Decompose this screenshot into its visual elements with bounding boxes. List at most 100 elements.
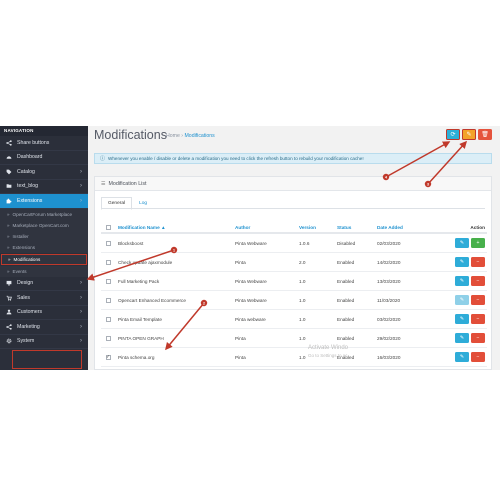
edit-button[interactable]: ✎: [455, 314, 469, 324]
sidebar-item-extensions[interactable]: Extensions ›: [0, 194, 88, 209]
selected-row-highlight: [12, 350, 82, 369]
minus-circle-icon: −: [476, 335, 480, 341]
sidebar-item-label: System: [17, 338, 35, 345]
pencil-icon: ✎: [459, 259, 465, 265]
screenshot-area: NAVIGATION Share buttons Dashboard Catal…: [0, 126, 500, 370]
refresh-icon: ⟳: [450, 132, 456, 138]
disable-button[interactable]: −: [471, 276, 485, 286]
info-icon: ⓘ: [100, 156, 106, 162]
row-checkbox[interactable]: [105, 240, 111, 246]
pencil-icon: ✎: [459, 354, 465, 360]
header-author[interactable]: Author: [232, 225, 296, 230]
table-row: Opencart Enhanced Ecommerce Pinta Webwar…: [101, 291, 487, 310]
breadcrumb-home[interactable]: Home: [166, 133, 180, 139]
sidebar-item-system[interactable]: System ›: [0, 335, 88, 349]
chevron-down-icon: ›: [80, 197, 82, 204]
sidebar-item-text-blog[interactable]: text_blog ›: [0, 180, 88, 194]
header-status[interactable]: Status: [334, 225, 374, 230]
sidebar-item-label: Design: [17, 280, 34, 287]
clear-button[interactable]: ✎: [462, 129, 476, 140]
info-alert: ⓘ Whenever you enable / disable or delet…: [94, 153, 492, 164]
chevron-right-icon: ›: [80, 280, 82, 287]
sidebar-item-share-buttons[interactable]: Share buttons: [0, 136, 88, 151]
gear-icon: [5, 337, 13, 345]
edit-button[interactable]: ✎: [455, 257, 469, 267]
modification-list-panel: ☰ Modification List General Log Modifica…: [94, 176, 492, 370]
disable-button[interactable]: −: [471, 257, 485, 267]
edit-button[interactable]: ✎: [455, 238, 469, 248]
sidebar-item-sales[interactable]: Sales ›: [0, 291, 88, 306]
sidebar-item-design[interactable]: Design ›: [0, 277, 88, 291]
edit-button[interactable]: ✎: [455, 352, 469, 362]
sidebar-item-label: Customers: [17, 309, 43, 316]
row-checkbox[interactable]: [105, 259, 111, 265]
sidebar-item-label: Marketing: [17, 323, 40, 330]
sidebar-subitem-installer[interactable]: » Installer: [0, 230, 88, 242]
minus-circle-icon: −: [476, 316, 480, 322]
dashboard-icon: [5, 153, 13, 161]
sidebar-subitem-opencartforum-marketplace[interactable]: » OpenCartForum Marketplace: [0, 208, 88, 220]
sidebar-item-label: Dashboard: [17, 154, 43, 161]
plus-circle-icon: +: [476, 240, 480, 246]
sidebar-subitem-modifications[interactable]: » Modifications: [1, 253, 87, 265]
chevron-right-icon: ›: [80, 294, 82, 301]
chevron-right-icon: ›: [80, 323, 82, 330]
disable-button[interactable]: −: [471, 314, 485, 324]
edit-button[interactable]: ✎: [455, 333, 469, 343]
row-checkbox[interactable]: [105, 297, 111, 303]
pencil-icon: ✎: [459, 316, 465, 322]
disable-button[interactable]: −: [471, 352, 485, 362]
chevron-right-icon: ›: [80, 338, 82, 345]
sidebar: NAVIGATION Share buttons Dashboard Catal…: [0, 126, 88, 370]
row-checkbox[interactable]: ✓: [105, 354, 111, 360]
pencil-icon: ✎: [459, 335, 465, 341]
table-row: Check update ajaxmodule Pinta 2.0 Enable…: [101, 253, 487, 272]
share-alt-icon: [5, 323, 13, 331]
breadcrumb-current[interactable]: Modifications: [184, 133, 214, 139]
sidebar-item-label: Extensions: [17, 197, 43, 204]
user-icon: [5, 308, 13, 316]
header-version[interactable]: Version: [296, 225, 334, 230]
pencil-icon: ✎: [459, 278, 465, 284]
header-date[interactable]: Date Added: [374, 225, 437, 230]
modification-table: Modification Name ▲ Author Version Statu…: [101, 222, 487, 367]
cart-icon: [5, 294, 13, 302]
header-name[interactable]: Modification Name ▲: [115, 225, 232, 230]
sidebar-item-label: Share buttons: [17, 139, 50, 146]
panel-title: Modification List: [108, 180, 147, 187]
enable-button[interactable]: +: [471, 238, 485, 248]
folder-icon: [5, 182, 13, 190]
puzzle-icon: [5, 197, 13, 205]
delete-button[interactable]: 🗑: [478, 129, 492, 140]
tab-divider: [101, 208, 485, 209]
main-content: Modifications Home › Modifications ⟳ ✎ 🗑…: [88, 126, 500, 370]
sidebar-item-customers[interactable]: Customers ›: [0, 306, 88, 320]
sidebar-subitem-extensions[interactable]: » Extensions: [0, 241, 88, 253]
chevron-right-icon: ›: [80, 309, 82, 316]
row-checkbox[interactable]: [105, 335, 111, 341]
tag-icon: [5, 168, 13, 176]
table-row: Full Marketing Pack Pinta Webware 1.0 En…: [101, 272, 487, 291]
trash-icon: 🗑: [481, 132, 489, 138]
refresh-button[interactable]: ⟳: [446, 129, 460, 140]
minus-circle-icon: −: [476, 259, 480, 265]
minus-circle-icon: −: [476, 278, 480, 284]
row-checkbox[interactable]: [105, 316, 111, 322]
minus-circle-icon: −: [476, 297, 480, 303]
disable-button[interactable]: −: [471, 295, 485, 305]
row-checkbox[interactable]: [105, 278, 111, 284]
eraser-icon: ✎: [466, 132, 472, 138]
alert-text: Whenever you enable / disable or delete …: [108, 156, 364, 161]
select-all-checkbox[interactable]: [105, 224, 111, 230]
edit-button[interactable]: ✎: [455, 276, 469, 286]
sidebar-item-label: text_blog: [17, 183, 39, 190]
sidebar-subitem-events[interactable]: » Events: [0, 265, 88, 277]
sidebar-subitem-marketplace-opencart[interactable]: » Marketplace OpenCart.com: [0, 219, 88, 231]
sidebar-item-marketing[interactable]: Marketing ›: [0, 320, 88, 335]
sidebar-item-catalog[interactable]: Catalog ›: [0, 165, 88, 180]
sidebar-item-dashboard[interactable]: Dashboard: [0, 151, 88, 165]
edit-button[interactable]: ✎: [455, 295, 469, 305]
disable-button[interactable]: −: [471, 333, 485, 343]
list-icon: ☰: [101, 180, 106, 187]
header-action: Action: [470, 224, 485, 230]
